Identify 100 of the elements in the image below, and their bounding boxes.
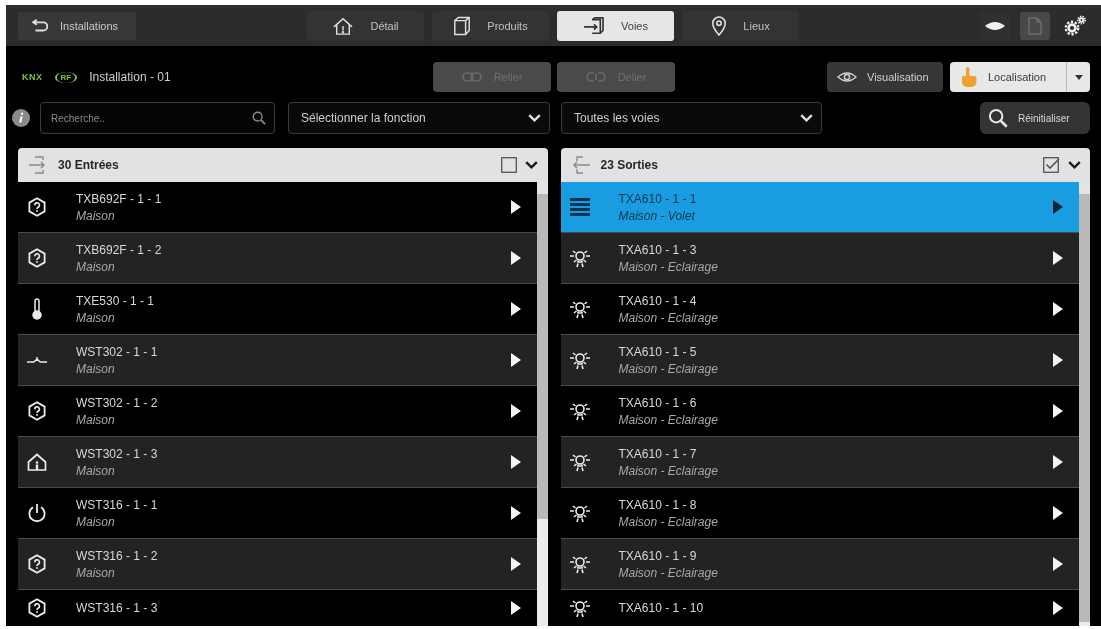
thermometer-icon xyxy=(32,298,42,320)
view-mode-button[interactable]: Localisation xyxy=(950,62,1066,92)
gears-icon xyxy=(1063,14,1087,37)
list-item[interactable]: TXA610 - 1 - 3 Maison - Eclairage xyxy=(560,233,1079,284)
light-bulb-icon xyxy=(568,503,591,523)
item-subtitle: Maison xyxy=(76,259,116,274)
chevron-down-icon xyxy=(800,114,813,122)
item-subtitle: Maison - Eclairage xyxy=(618,412,718,427)
light-bulb-icon xyxy=(568,401,591,421)
item-title: WST302 - 1 - 1 xyxy=(76,344,158,359)
list-item[interactable]: WST316 - 1 - 2 Maison xyxy=(18,539,537,590)
item-subtitle: Maison - Eclairage xyxy=(618,514,718,529)
search-field[interactable]: Recherche.. xyxy=(40,102,275,134)
triangle-right-icon xyxy=(1053,302,1063,316)
triangle-right-icon xyxy=(510,404,521,418)
triangle-right-icon xyxy=(510,455,521,469)
item-title: TXA610 - 1 - 3 xyxy=(618,242,698,257)
item-subtitle: Maison - Volet xyxy=(618,208,696,223)
item-title: TXA610 - 1 - 5 xyxy=(618,344,698,359)
checkbox[interactable] xyxy=(500,157,518,173)
item-subtitle: Maison xyxy=(76,310,116,325)
eye-icon xyxy=(837,71,857,83)
item-title: TXB692F - 1 - 2 xyxy=(76,242,162,257)
item-title: WST302 - 1 - 3 xyxy=(76,446,158,461)
unlink-icon xyxy=(585,72,606,82)
channel-select[interactable]: Toutes les voies xyxy=(561,102,822,134)
list-item[interactable]: TXA610 - 1 - 1 Maison - Volet xyxy=(560,182,1079,233)
triangle-right-icon xyxy=(510,506,521,520)
triangle-right-icon xyxy=(1053,557,1063,571)
light-bulb-icon xyxy=(568,554,591,574)
search-icon xyxy=(252,111,266,125)
nav-tab[interactable]: Voies xyxy=(557,10,674,41)
list-item[interactable]: TXB692F - 1 - 2 Maison xyxy=(18,233,537,284)
triangle-right-icon xyxy=(1053,506,1063,520)
triangle-right-icon xyxy=(510,200,521,214)
list-item[interactable]: TXA610 - 1 - 9 Maison - Eclairage xyxy=(560,539,1079,590)
scrollbar[interactable] xyxy=(536,182,548,626)
item-title: TXA610 - 1 - 1 xyxy=(618,191,697,206)
light-bulb-icon xyxy=(568,452,591,472)
light-bulb-icon xyxy=(568,350,591,370)
toolbar-button[interactable] xyxy=(980,11,1010,40)
item-subtitle: Maison xyxy=(76,463,116,478)
house-info-icon xyxy=(332,16,355,35)
nav-tab[interactable]: Lieux xyxy=(682,10,799,41)
triangle-right-icon xyxy=(1053,404,1063,418)
item-subtitle: Maison xyxy=(76,565,116,580)
hand-pointer-icon xyxy=(960,66,978,88)
item-subtitle: Maison xyxy=(76,361,116,376)
checkbox[interactable] xyxy=(1043,157,1060,173)
back-button[interactable]: Installations xyxy=(18,11,136,40)
triangle-right-icon xyxy=(1053,251,1063,265)
list-item[interactable]: WST302 - 1 - 1 Maison xyxy=(18,335,537,386)
item-subtitle: Maison xyxy=(76,208,116,223)
house-icon xyxy=(27,453,47,471)
item-subtitle: Maison - Eclairage xyxy=(618,361,718,376)
caret-down-icon xyxy=(1074,74,1083,80)
chevron-down-icon xyxy=(525,161,538,169)
rf-logo: RF xyxy=(54,71,78,83)
reset-button[interactable]: Réinitialiser xyxy=(980,102,1090,134)
scrollbar[interactable] xyxy=(1079,182,1090,626)
item-title: WST302 - 1 - 2 xyxy=(76,395,158,410)
item-title: TXA610 - 1 - 6 xyxy=(618,395,698,410)
item-subtitle: Maison xyxy=(76,412,116,427)
light-bulb-icon xyxy=(568,598,591,618)
view-mode-button[interactable]: Visualisation xyxy=(827,62,943,92)
triangle-right-icon xyxy=(1053,455,1063,469)
list-item[interactable]: WST302 - 1 - 3 Maison xyxy=(18,437,537,488)
map-pin-icon xyxy=(711,15,728,36)
item-title: WST316 - 1 - 1 xyxy=(76,497,158,512)
item-title: TXB692F - 1 - 1 xyxy=(76,191,162,206)
chevron-down-icon xyxy=(1067,161,1081,169)
hexagon-question-icon xyxy=(28,598,46,618)
light-bulb-icon xyxy=(568,248,591,268)
item-subtitle: Maison xyxy=(76,514,116,529)
nav-tab[interactable]: Produits xyxy=(432,10,549,41)
triangle-right-icon xyxy=(510,557,521,571)
knx-logo: KNX xyxy=(21,72,44,82)
search-icon xyxy=(988,108,1008,128)
list-item[interactable]: TXA610 - 1 - 7 Maison - Eclairage xyxy=(560,437,1079,488)
item-title: TXA610 - 1 - 8 xyxy=(618,497,698,512)
hexagon-question-icon xyxy=(28,197,46,217)
triangle-right-icon xyxy=(510,353,521,367)
function-select[interactable]: Sélectionner la fonction xyxy=(288,102,550,134)
document-icon xyxy=(1028,16,1042,35)
arrow-into-box-icon xyxy=(583,16,606,35)
link-icon xyxy=(461,72,482,82)
list-item[interactable]: TXA610 - 1 - 5 Maison - Eclairage xyxy=(560,335,1079,386)
eye-icon xyxy=(984,19,1006,32)
box-icon xyxy=(453,15,472,36)
triangle-right-icon xyxy=(1053,353,1063,367)
item-title: TXE530 - 1 - 1 xyxy=(76,293,155,308)
nav-tab[interactable]: Détail xyxy=(307,10,424,41)
triangle-right-icon xyxy=(510,601,521,615)
item-title: TXA610 - 1 - 10 xyxy=(618,601,704,615)
item-subtitle: Maison - Eclairage xyxy=(618,565,718,580)
item-title: WST316 - 1 - 2 xyxy=(76,548,158,563)
hexagon-question-icon xyxy=(28,554,46,574)
item-subtitle: Maison - Eclairage xyxy=(618,259,718,274)
info-icon xyxy=(12,109,30,127)
dropdown-button[interactable] xyxy=(1066,62,1090,92)
